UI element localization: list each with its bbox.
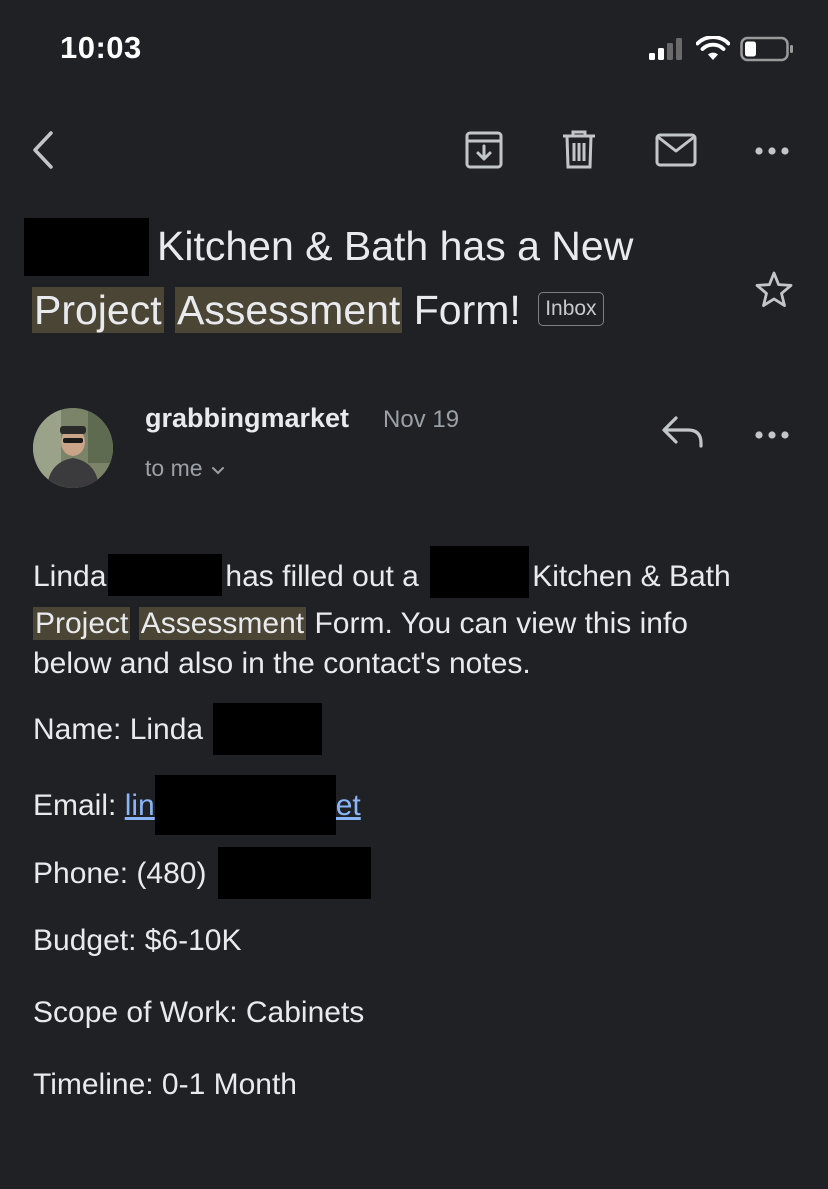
reply-button[interactable] [660,412,706,457]
star-button[interactable] [754,270,794,315]
wifi-icon [695,35,731,67]
reply-icon [660,416,706,456]
field-name: Name: Linda [33,703,323,757]
sender-avatar[interactable] [33,408,113,488]
name-label: Name: Linda [33,712,204,746]
intro-line3: below and also in the contact's notes. [33,647,531,680]
phone-label: Phone: (480) [33,856,207,890]
redaction-block [24,218,149,277]
field-scope: Scope of Work: Cabinets [33,996,365,1029]
chevron-down-icon [211,455,225,482]
chevron-left-icon [29,130,59,175]
mail-icon [655,133,697,172]
intro-highlight-project: Project [33,607,131,640]
field-budget: Budget: $6-10K [33,924,242,957]
subject-text: Kitchen & Bath has a New [157,223,634,269]
email-subject: Kitchen & Bath has a New Project Assessm… [24,214,754,342]
inbox-label-badge[interactable]: Inbox [538,292,604,327]
email-date: Nov 19 [383,406,460,433]
field-email: Email: lin et [33,775,361,837]
redaction-block [154,775,336,835]
intro-kitchen-bath: Kitchen & Bath [532,559,731,593]
email-link-end[interactable]: et [336,789,361,822]
more-horizontal-icon [754,143,790,161]
subject-form: Form! [413,287,521,334]
subject-highlight-assessment: Assessment [175,287,403,334]
status-time: 10:03 [60,30,142,65]
intro-rest: Form. You can view this info [314,607,688,640]
archive-icon [464,130,504,175]
field-phone: Phone: (480) [33,847,371,901]
intro-highlight-assessment: Assessment [138,607,307,640]
more-options-button[interactable] [748,128,796,176]
recipient-details-toggle[interactable]: to me [145,455,225,482]
star-icon [754,271,794,314]
redaction-block [217,847,371,899]
cellular-signal-icon [648,37,686,66]
message-intro: Linda has filled out a Kitchen & Bath Pro… [33,546,793,684]
battery-icon [740,36,794,67]
email-label: Email: [33,788,117,822]
message-more-button[interactable] [754,427,790,445]
email-link-start[interactable]: lin [125,789,155,822]
field-timeline: Timeline: 0-1 Month [33,1068,297,1101]
redaction-block [213,703,323,755]
intro-name: Linda [33,559,107,593]
delete-button[interactable] [555,128,603,176]
recipient-text: to me [145,455,203,481]
more-horizontal-icon [754,427,790,444]
subject-highlight-project: Project [32,287,164,334]
intro-filled: has filled out a [225,559,419,593]
status-icons [648,35,794,67]
mark-unread-button[interactable] [652,128,700,176]
archive-button[interactable] [460,128,508,176]
redaction-block [430,546,530,598]
back-button[interactable] [20,128,68,176]
sender-name[interactable]: grabbingmarket [145,403,349,434]
redaction-block [108,554,223,596]
trash-icon [561,130,597,175]
